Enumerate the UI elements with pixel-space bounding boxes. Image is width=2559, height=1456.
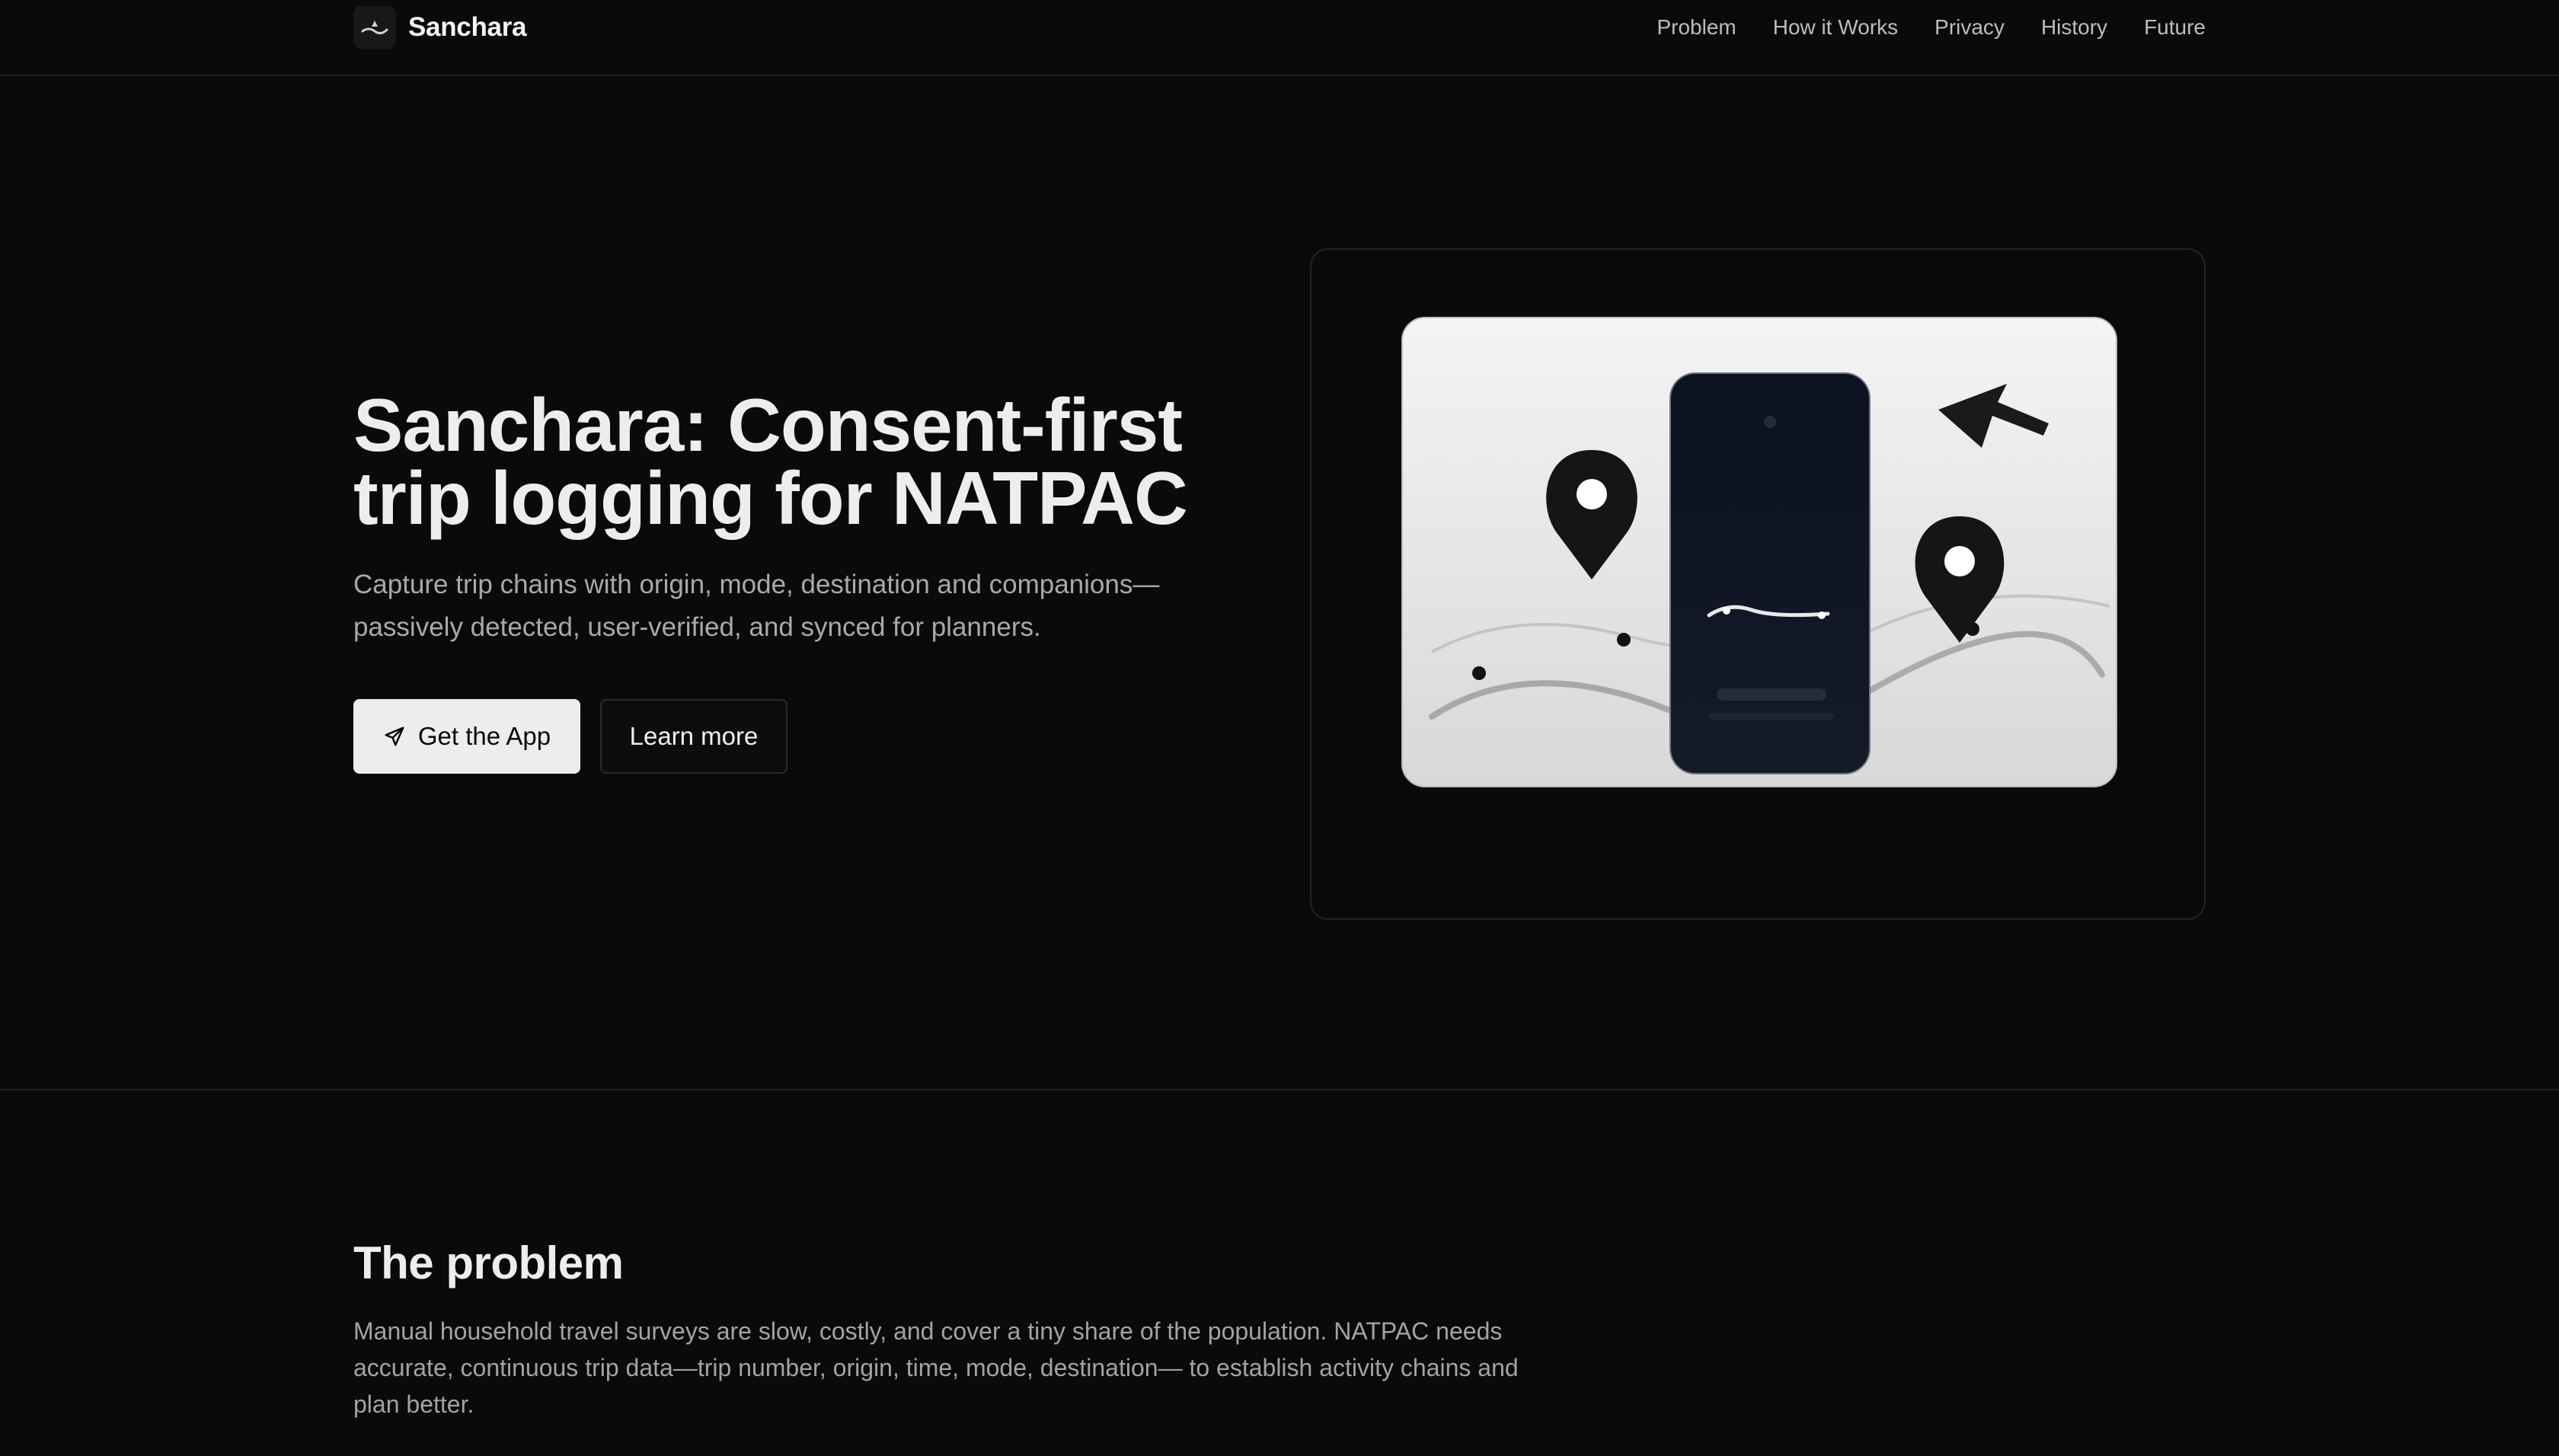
brand-name: Sanchara — [408, 12, 527, 42]
page: Sanchara Problem How it Works Privacy Hi… — [0, 0, 2559, 1456]
brand[interactable]: Sanchara — [353, 6, 526, 49]
problem-text: Manual household travel surveys are slow… — [353, 1317, 1519, 1418]
top-navigation-bar: Sanchara Problem How it Works Privacy Hi… — [0, 0, 2559, 76]
learn-more-label: Learn more — [629, 722, 759, 750]
send-icon — [383, 725, 406, 748]
route-wave-icon — [353, 6, 396, 49]
learn-more-button[interactable]: Learn more — [600, 699, 788, 774]
nav-future[interactable]: Future — [2144, 14, 2206, 41]
section-divider — [0, 1089, 2559, 1090]
nav-history[interactable]: History — [2041, 14, 2107, 41]
main-nav: Problem How it Works Privacy History Fut… — [1656, 14, 2206, 41]
trip-map-illustration — [1401, 317, 2117, 787]
hero-illustration-card — [1310, 248, 2206, 920]
get-the-app-button[interactable]: Get the App — [353, 699, 580, 774]
hero-subtitle: Capture trip chains with origin, mode, d… — [353, 570, 1160, 642]
nav-how-it-works[interactable]: How it Works — [1773, 14, 1898, 41]
get-the-app-label: Get the App — [417, 722, 551, 750]
phone-icon — [1669, 372, 1871, 774]
nav-problem[interactable]: Problem — [1656, 14, 1736, 41]
hero-title: Sanchara: Consent-first trip logging for… — [353, 383, 1188, 540]
nav-privacy[interactable]: Privacy — [1934, 14, 2005, 41]
problem-heading: The problem — [353, 1237, 624, 1288]
